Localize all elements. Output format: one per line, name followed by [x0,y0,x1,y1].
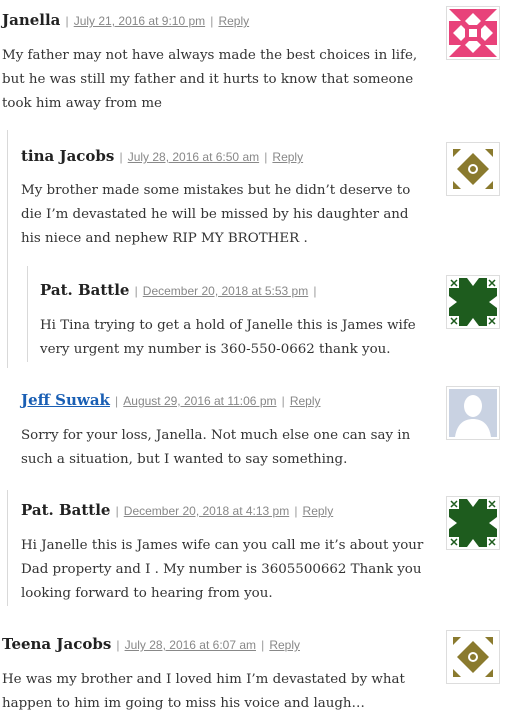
comment-meta: Pat. Battle | December 20, 2018 at 4:13 … [21,500,333,519]
comment-author[interactable]: Jeff Suwak [21,391,110,409]
comment-date-link[interactable]: July 28, 2016 at 6:50 am [128,150,259,164]
olive-quilt-avatar-icon [449,145,497,193]
reply-link[interactable]: Reply [272,150,303,164]
comment-date-link[interactable]: July 21, 2016 at 9:10 pm [74,14,205,28]
meta-separator: | [119,150,123,164]
comment-meta: Jeff Suwak | August 29, 2016 at 11:06 pm… [21,390,321,409]
comment-author[interactable]: Teena Jacobs [2,635,111,653]
comment-author[interactable]: Janella [2,11,60,29]
meta-separator: | [294,504,298,518]
meta-separator: | [134,284,138,298]
comment-meta: Janella | July 21, 2016 at 9:10 pm | Rep… [2,10,249,29]
green-quilt-avatar-icon [449,278,497,326]
avatar [446,630,500,684]
reply-link[interactable]: Reply [218,14,249,28]
avatar [446,142,500,196]
comment-date-link[interactable]: July 28, 2016 at 6:07 am [125,638,256,652]
default-person-avatar-icon [449,389,497,437]
avatar [446,496,500,550]
reply-link[interactable]: Reply [290,394,321,408]
avatar [446,386,500,440]
thread-line [27,266,28,362]
avatar [446,6,500,60]
comment-meta: Pat. Battle | December 20, 2018 at 5:53 … [40,280,316,299]
comment-body: Hi Tina trying to get a hold of Janelle … [40,318,416,357]
green-quilt-avatar-icon [449,499,497,547]
comment-body: He was my brother and I loved him I’m de… [2,672,405,711]
comment-meta: tina Jacobs | July 28, 2016 at 6:50 am |… [21,146,303,165]
comment-body: My father may not have always made the b… [2,48,418,111]
meta-separator: | [261,638,265,652]
meta-separator: | [65,14,69,28]
comment-author[interactable]: tina Jacobs [21,147,114,165]
comment-date-link[interactable]: December 20, 2018 at 5:53 pm [143,284,308,298]
avatar [446,275,500,329]
thread-line [7,490,8,606]
meta-separator: | [115,394,119,408]
reply-link[interactable]: Reply [303,504,334,518]
comment-body: My brother made some mistakes but he did… [21,183,411,246]
comment-author[interactable]: Pat. Battle [40,281,129,299]
comment-body: Hi Janelle this is James wife can you ca… [21,538,424,601]
meta-separator: | [115,504,119,518]
pink-quilt-avatar-icon [449,9,497,57]
comment-body: Sorry for your loss, Janella. Not much e… [21,428,411,467]
reply-link[interactable]: Reply [269,638,300,652]
meta-separator: | [313,284,317,298]
meta-separator: | [281,394,285,408]
meta-separator: | [210,14,214,28]
comment-meta: Teena Jacobs | July 28, 2016 at 6:07 am … [2,634,300,653]
comment-date-link[interactable]: December 20, 2018 at 4:13 pm [124,504,289,518]
comment-author[interactable]: Pat. Battle [21,501,110,519]
meta-separator: | [264,150,268,164]
comment-date-link[interactable]: August 29, 2016 at 11:06 pm [123,394,276,408]
thread-line [7,130,8,368]
meta-separator: | [116,638,120,652]
olive-quilt-avatar-icon [449,633,497,681]
